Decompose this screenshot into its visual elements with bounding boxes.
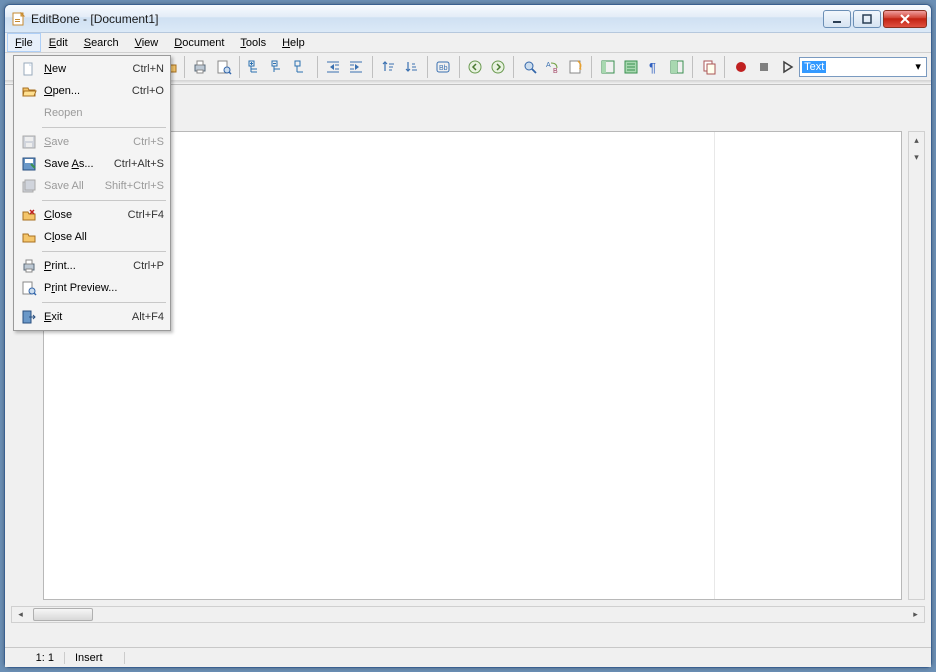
- menu-save-all: Save All Shift+Ctrl+S: [16, 175, 168, 197]
- scroll-down-icon[interactable]: ▾: [909, 149, 924, 166]
- panel-b-button[interactable]: [620, 55, 641, 79]
- status-position: 1: 1: [5, 652, 65, 664]
- chevron-down-icon: ▾: [912, 60, 924, 73]
- right-margin-guide: [714, 132, 715, 599]
- statusbar: 1: 1 Insert: [5, 647, 931, 667]
- close-doc-icon: [18, 205, 40, 225]
- scroll-left-icon[interactable]: ◂: [12, 609, 29, 620]
- print-icon: [18, 256, 40, 276]
- open-folder-icon: [18, 81, 40, 101]
- save-all-icon: [18, 176, 40, 196]
- vertical-scrollbar[interactable]: ▴ ▾: [908, 131, 925, 600]
- tree-collapse-button[interactable]: [268, 55, 289, 79]
- menu-document[interactable]: Document: [166, 33, 232, 52]
- toolbar-separator: [692, 56, 693, 78]
- menu-tools[interactable]: Tools: [232, 33, 274, 52]
- toolbar-separator: [427, 56, 428, 78]
- find-replace-button[interactable]: AB: [542, 55, 563, 79]
- save-icon: [18, 132, 40, 152]
- toolbar-separator: [724, 56, 725, 78]
- toolbar-separator: [317, 56, 318, 78]
- nav-back-button[interactable]: [464, 55, 485, 79]
- tree-toggle-button[interactable]: [291, 55, 312, 79]
- record-button[interactable]: [730, 55, 751, 79]
- print-button[interactable]: [190, 55, 211, 79]
- menu-help[interactable]: Help: [274, 33, 313, 52]
- tree-expand-button[interactable]: [245, 55, 266, 79]
- svg-text:A: A: [546, 62, 551, 69]
- window-title: EditBone - [Document1]: [31, 12, 823, 26]
- close-all-icon: [18, 227, 40, 247]
- sort-desc-button[interactable]: [401, 55, 422, 79]
- menu-exit[interactable]: Exit Alt+F4: [16, 306, 168, 328]
- selection-box-button[interactable]: Bb: [433, 55, 454, 79]
- app-window: EditBone - [Document1] File Edit Search …: [4, 4, 932, 668]
- panel-split-button[interactable]: [666, 55, 687, 79]
- nav-forward-button[interactable]: [487, 55, 508, 79]
- highlighter-dropdown[interactable]: Text ▾: [799, 57, 927, 77]
- print-preview-icon: [18, 278, 40, 298]
- panel-a-button[interactable]: [597, 55, 618, 79]
- toolbar-separator: [372, 56, 373, 78]
- indent-decrease-button[interactable]: [323, 55, 344, 79]
- find-button[interactable]: [519, 55, 540, 79]
- minimize-button[interactable]: [823, 10, 851, 28]
- toolbar-separator: [591, 56, 592, 78]
- menu-separator: [42, 251, 166, 252]
- menu-close[interactable]: Close Ctrl+F4: [16, 204, 168, 226]
- menu-reopen: Reopen: [16, 102, 168, 124]
- svg-text:¶: ¶: [649, 60, 656, 75]
- copy-doc-button[interactable]: [698, 55, 719, 79]
- file-menu-dropdown: New Ctrl+N Open... Ctrl+O Reopen Save Ct…: [13, 55, 171, 331]
- refresh-button[interactable]: [565, 55, 586, 79]
- scroll-right-icon[interactable]: ▸: [907, 609, 924, 620]
- close-button[interactable]: [883, 10, 927, 28]
- save-as-icon: [18, 154, 40, 174]
- menu-edit[interactable]: Edit: [41, 33, 76, 52]
- menu-file[interactable]: File: [7, 33, 41, 52]
- scroll-thumb[interactable]: [33, 608, 93, 621]
- sort-asc-button[interactable]: [378, 55, 399, 79]
- indent-increase-button[interactable]: [346, 55, 367, 79]
- menubar: File Edit Search View Document Tools Hel…: [5, 33, 931, 53]
- horizontal-scrollbar[interactable]: ◂ ▸: [11, 606, 925, 623]
- window-controls: [823, 10, 927, 28]
- toolbar-separator: [184, 56, 185, 78]
- svg-text:Bb: Bb: [439, 65, 448, 72]
- menu-separator: [42, 127, 166, 128]
- toolbar-separator: [459, 56, 460, 78]
- menu-search[interactable]: Search: [76, 33, 127, 52]
- scroll-up-icon[interactable]: ▴: [909, 132, 924, 149]
- status-mode: Insert: [65, 652, 125, 664]
- svg-text:B: B: [553, 68, 558, 75]
- print-preview-button[interactable]: [213, 55, 234, 79]
- toolbar-separator: [239, 56, 240, 78]
- menu-view[interactable]: View: [127, 33, 167, 52]
- menu-separator: [42, 302, 166, 303]
- play-button[interactable]: [776, 55, 797, 79]
- menu-save: Save Ctrl+S: [16, 131, 168, 153]
- app-icon: [11, 11, 27, 27]
- dropdown-selected: Text: [802, 61, 826, 73]
- menu-close-all[interactable]: Close All: [16, 226, 168, 248]
- menu-open[interactable]: Open... Ctrl+O: [16, 80, 168, 102]
- titlebar[interactable]: EditBone - [Document1]: [5, 5, 931, 33]
- menu-print-preview[interactable]: Print Preview...: [16, 277, 168, 299]
- menu-separator: [42, 200, 166, 201]
- stop-button[interactable]: [753, 55, 774, 79]
- menu-save-as[interactable]: Save As... Ctrl+Alt+S: [16, 153, 168, 175]
- text-editor[interactable]: [43, 131, 902, 600]
- menu-print[interactable]: Print... Ctrl+P: [16, 255, 168, 277]
- toolbar-separator: [513, 56, 514, 78]
- menu-new[interactable]: New Ctrl+N: [16, 58, 168, 80]
- new-file-icon: [18, 59, 40, 79]
- exit-icon: [18, 307, 40, 327]
- maximize-button[interactable]: [853, 10, 881, 28]
- pilcrow-button[interactable]: ¶: [643, 55, 664, 79]
